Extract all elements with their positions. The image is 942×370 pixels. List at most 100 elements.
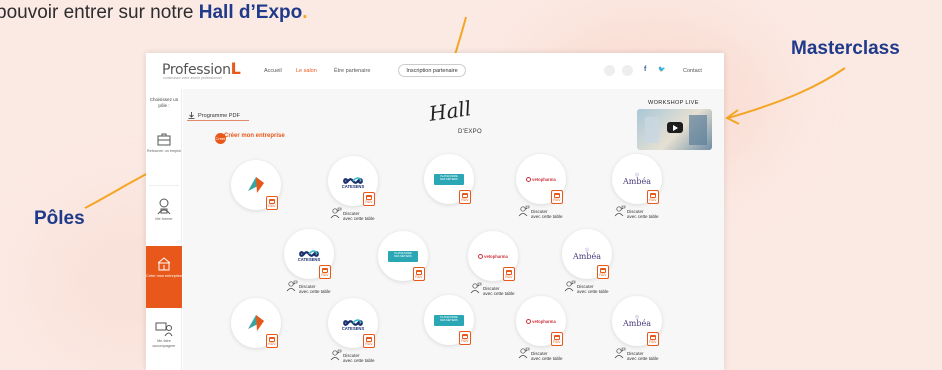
nav-circle-icon[interactable] (604, 65, 615, 76)
person-chat-icon (330, 349, 342, 361)
discuss-line: avec cette table (531, 214, 563, 220)
discuss-line: Discuter (577, 284, 594, 289)
discuss-with-table-link[interactable]: Discuter avec cette table (330, 207, 375, 222)
discuss-line: Discuter (343, 211, 360, 216)
programme-pdf-link[interactable]: Programme PDF (188, 112, 240, 119)
discuss-with-table-link[interactable]: Discuter avec cette table (518, 205, 563, 220)
ambea-logo: ◎ Ambéa (623, 314, 651, 328)
caption-prefix: pouvoir entrer sur notre (0, 2, 199, 23)
facebook-icon[interactable]: f (644, 66, 646, 73)
callout-poles: Pôles (34, 208, 85, 229)
vet-circle-icon (478, 253, 484, 259)
rdv-button[interactable]: RDV (459, 331, 471, 345)
rdv-button[interactable]: RDV (413, 267, 425, 281)
workshop-live-title: WORKSHOP LIVE (648, 100, 699, 106)
rdv-label: RDV (365, 200, 373, 204)
discuss-line: avec cette table (483, 291, 515, 297)
rdv-button[interactable]: RDV (363, 192, 375, 206)
vet-circle-icon (526, 176, 532, 182)
person-chat-icon (564, 280, 576, 292)
discuss-with-table-link[interactable]: Discuter avec cette table (564, 280, 609, 295)
sidebar-item-label: Retrouver un emploi (146, 149, 182, 153)
nav-link-partenaire[interactable]: Être partenaire (334, 68, 370, 74)
workshop-video-thumbnail[interactable] (637, 109, 712, 150)
rdv-button[interactable]: RDV (597, 265, 609, 279)
discuss-with-table-link[interactable]: Discuter avec cette table (330, 349, 375, 364)
rdv-label: RDV (268, 342, 276, 346)
person-chat-icon (286, 280, 298, 292)
discuss-line: Discuter (483, 286, 500, 291)
student-icon (157, 198, 171, 215)
discuss-with-table-link[interactable]: Discuter avec cette table (470, 282, 515, 297)
browser-screenshot: ProfessionL construisez votre avenir pro… (146, 53, 724, 370)
rdv-button[interactable]: RDV (266, 334, 278, 348)
video-scene (645, 117, 659, 143)
person-chat-icon (518, 347, 530, 359)
person-chat-icon (518, 205, 530, 217)
sidebar-item-accompagner[interactable]: Me faire accompagner (146, 321, 182, 369)
sidebar-title: Choisissez un pôle : (149, 97, 179, 108)
person-chat-icon (470, 282, 482, 294)
sidebar-item-label: Me former (155, 217, 173, 221)
discuss-line: Discuter (343, 353, 360, 358)
ambea-text: Ambéa (573, 251, 601, 261)
rdv-button[interactable]: RDV (551, 190, 563, 204)
arrow-logo-icon (248, 315, 264, 331)
play-icon[interactable] (667, 122, 683, 133)
sidebar-item-label: Créer mon entreprise (146, 274, 182, 278)
rdv-label: RDV (649, 340, 657, 344)
rdv-label: RDV (599, 273, 607, 277)
teal-brand-logo: PLATEFORME DES MÉTIERS (434, 173, 464, 185)
inscription-partenaire-button[interactable]: Inscription partenaire (398, 64, 466, 77)
sidebar-item-creer-entreprise[interactable]: Créer mon entreprise (146, 246, 182, 308)
discuss-line: avec cette table (577, 289, 609, 295)
person-chat-icon (614, 205, 626, 217)
sidebar-item-former[interactable]: Me former (146, 197, 182, 249)
nav-link-contact[interactable]: Contact (683, 68, 702, 74)
vet-circle-icon (526, 318, 532, 324)
rdv-button[interactable]: RDV (319, 265, 331, 279)
discuss-line: Discuter (531, 351, 548, 356)
discuss-line: avec cette table (343, 358, 375, 364)
nav-link-salon[interactable]: Le salon (296, 68, 317, 74)
nav-link-accueil[interactable]: Accueil (264, 68, 282, 74)
discuss-with-table-link[interactable]: Discuter avec cette table (614, 347, 659, 362)
video-scene (689, 115, 707, 145)
discuss-with-table-link[interactable]: Discuter avec cette table (614, 205, 659, 220)
rdv-button[interactable]: RDV (551, 332, 563, 346)
person-chat-icon (614, 347, 626, 359)
catesens-text: CATESENS (341, 326, 365, 331)
rdv-button[interactable]: RDV (647, 190, 659, 204)
rdv-label: RDV (321, 273, 329, 277)
programme-pdf-label: Programme PDF (198, 112, 240, 119)
vet-text: vetopharma (532, 318, 556, 324)
twitter-icon[interactable]: 🐦 (658, 66, 665, 73)
nav-circle-icon[interactable] (622, 65, 633, 76)
rdv-button[interactable]: RDV (266, 196, 278, 210)
teal-line: DES MÉTIERS (440, 177, 458, 181)
ambea-logo: ◎ Ambéa (623, 172, 651, 186)
rdv-label: RDV (415, 275, 423, 279)
rdv-button[interactable]: RDV (503, 267, 515, 281)
teal-brand-logo: PLATEFORME DES MÉTIERS (434, 314, 464, 326)
building-icon (157, 257, 171, 271)
logo-tagline: construisez votre avenir professionnel (163, 76, 222, 80)
rdv-button[interactable]: RDV (647, 332, 659, 346)
discuss-line: avec cette table (343, 216, 375, 222)
vetopharma-logo: vetopharma (526, 318, 556, 324)
discuss-with-table-link[interactable]: Discuter avec cette table (286, 280, 331, 295)
discuss-with-table-link[interactable]: Discuter avec cette table (518, 347, 563, 362)
poles-sidebar: Choisissez un pôle : Retrouver un emploi… (146, 89, 182, 370)
rdv-label: RDV (649, 198, 657, 202)
discuss-line: Discuter (531, 209, 548, 214)
sidebar-item-emploi[interactable]: Retrouver un emploi (146, 131, 182, 183)
top-navigation: ProfessionL construisez votre avenir pro… (146, 53, 724, 89)
rdv-label: RDV (505, 275, 513, 279)
caption-suffix: . (302, 2, 308, 23)
rdv-button[interactable]: RDV (459, 190, 471, 204)
rdv-button[interactable]: RDV (363, 334, 375, 348)
callout-masterclass: Masterclass (791, 38, 900, 59)
advisor-icon (155, 322, 173, 337)
caption-highlight: Hall d’Expo (198, 2, 303, 23)
rdv-label: RDV (553, 340, 561, 344)
